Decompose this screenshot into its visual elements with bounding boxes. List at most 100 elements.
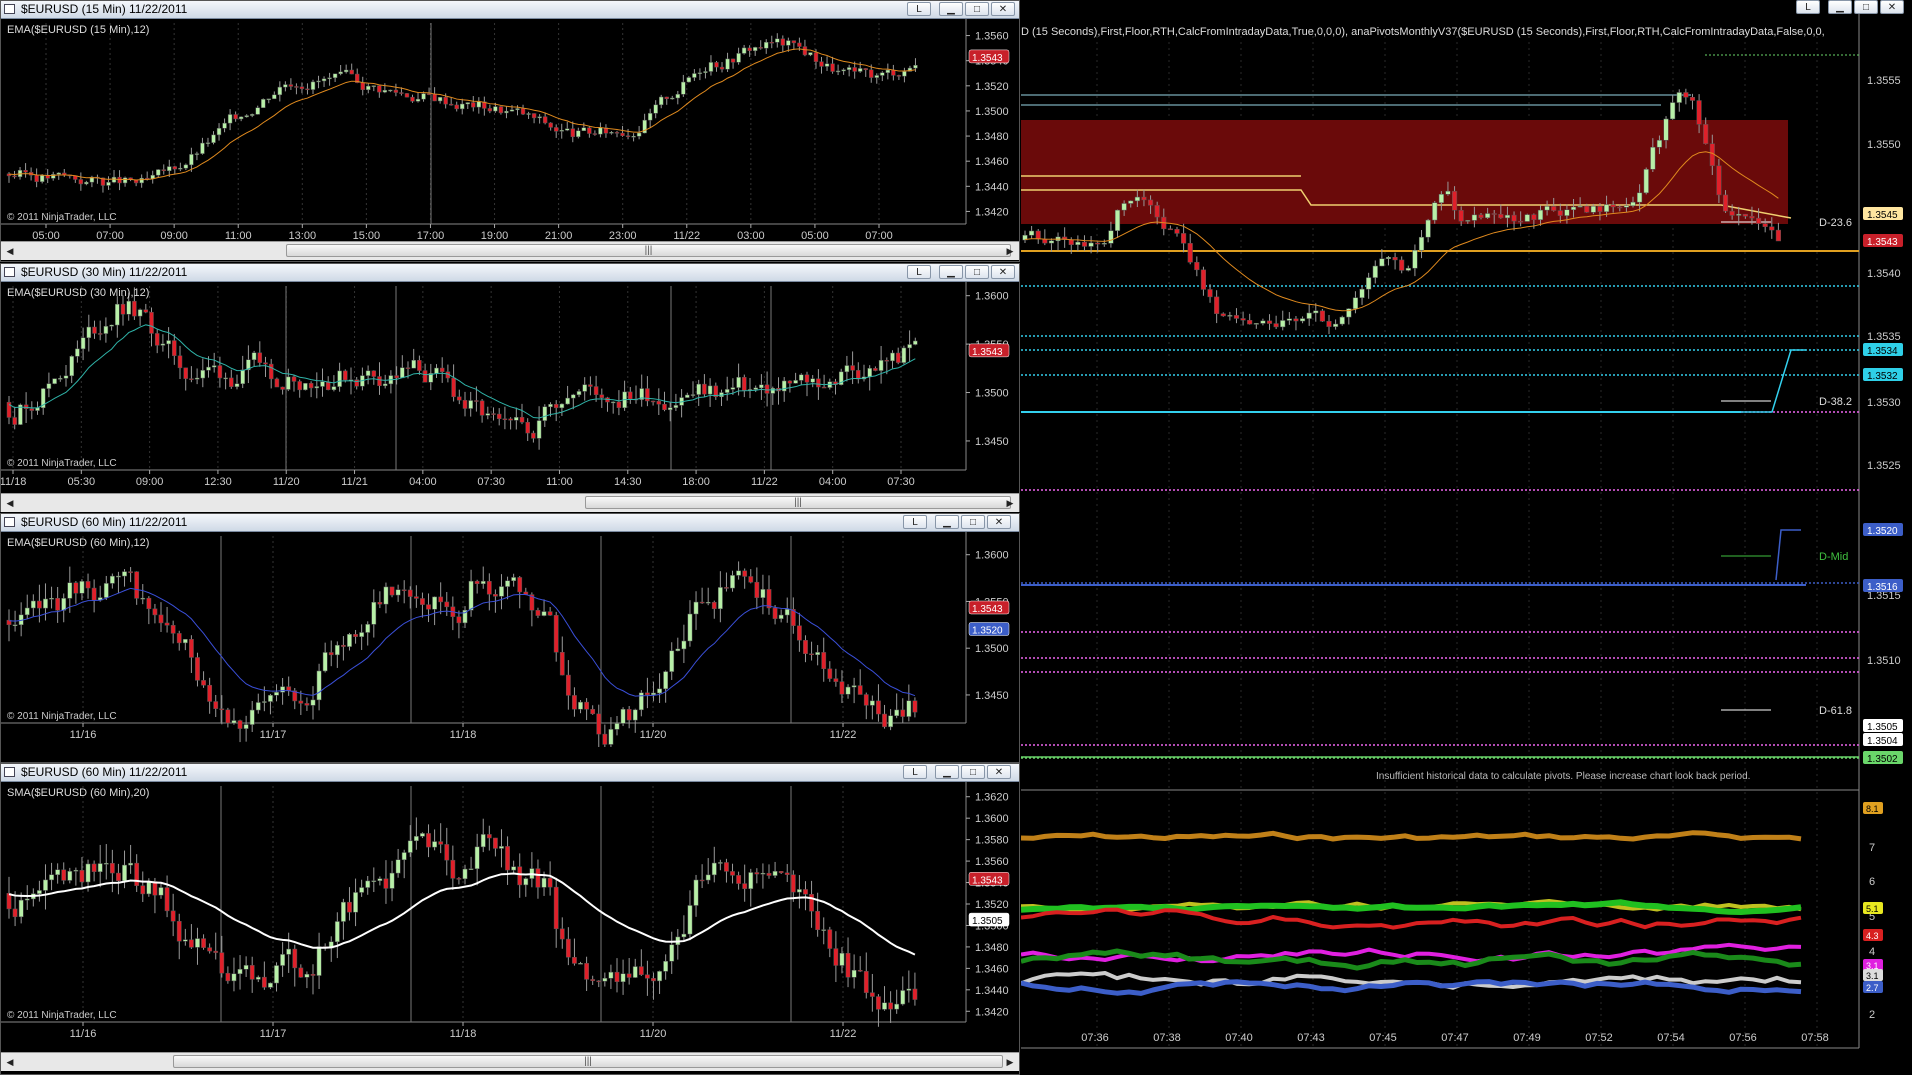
candle [407, 840, 413, 853]
close-button[interactable]: ✕ [987, 515, 1011, 529]
close-button[interactable]: ✕ [991, 265, 1015, 279]
candle [388, 89, 393, 92]
candle [299, 86, 305, 90]
window-title-bar[interactable]: $EURUSD (30 Min) 11/22/2011 L ▁ □ ✕ [1, 264, 1019, 282]
candle [884, 360, 890, 362]
minimize-button[interactable]: ▁ [1828, 0, 1852, 14]
window-title-bar[interactable]: $EURUSD (60 Min) 11/22/2011 L ▁ □ ✕ [1, 764, 1019, 782]
scroll-left-arrow-icon[interactable]: ◀ [3, 1055, 17, 1069]
candle [493, 837, 498, 849]
link-button[interactable]: L [903, 515, 927, 529]
candle [46, 383, 52, 389]
candle [1432, 202, 1438, 221]
scroll-right-arrow-icon[interactable]: ▶ [1003, 496, 1017, 510]
candle [1418, 236, 1425, 251]
candle [115, 303, 120, 326]
candle [797, 625, 802, 641]
price-chart-15sec[interactable]: 07:36 07:38 07:40 07:43 07:45 07:47 07:49 07:52… [1021, 0, 1912, 1075]
candle [656, 400, 662, 405]
candle [172, 166, 178, 170]
candle [554, 127, 559, 132]
close-button[interactable]: ✕ [1880, 0, 1904, 14]
x-tick-label: 11/20 [640, 1028, 667, 1040]
scroll-left-arrow-icon[interactable]: ◀ [3, 244, 17, 258]
candle [520, 108, 526, 115]
candle [873, 368, 878, 371]
minimize-button[interactable]: ▁ [939, 265, 963, 279]
candle [863, 694, 869, 706]
scroll-right-arrow-icon[interactable]: ▶ [1003, 1055, 1017, 1069]
candle [645, 974, 650, 979]
maximize-button[interactable]: □ [1854, 0, 1878, 14]
scroll-thumb[interactable]: ||| [585, 496, 1011, 509]
window-title-bar[interactable]: $EURUSD (15 Min) 11/22/2011 L ▁ □ ✕ [1, 1, 1019, 19]
candle [450, 859, 456, 879]
candle [413, 836, 419, 842]
close-button[interactable]: ✕ [991, 2, 1015, 16]
candle [1570, 206, 1577, 211]
candle [1590, 205, 1596, 213]
candle [841, 69, 846, 72]
candle [1399, 259, 1405, 271]
horizontal-scrollbar[interactable]: ◀ ||| ▶ [1, 241, 1019, 260]
candle [1498, 214, 1504, 219]
candle [901, 347, 907, 363]
chart-window-15min[interactable]: $EURUSD (15 Min) 11/22/2011 L ▁ □ ✕ 1.35… [0, 0, 1020, 262]
candle [900, 990, 906, 1005]
x-tick-label: 11/17 [260, 729, 287, 741]
scroll-thumb[interactable]: ||| [286, 244, 1011, 257]
maximize-button[interactable]: □ [965, 2, 989, 16]
candle [833, 678, 839, 682]
maximize-button[interactable]: □ [961, 515, 985, 529]
chart-window-60min-ema[interactable]: $EURUSD (60 Min) 11/22/2011 L ▁ □ ✕ 1.36… [0, 513, 1020, 763]
candle [1187, 243, 1193, 263]
link-button[interactable]: L [1796, 0, 1820, 14]
y-tick-label: 1.3540 [1867, 268, 1901, 280]
chart-window-15sec[interactable]: 07:36 07:38 07:40 07:43 07:45 07:47 07:49 07:52… [1021, 0, 1912, 1075]
minimize-button[interactable]: ▁ [935, 515, 959, 529]
link-button[interactable]: L [907, 265, 931, 279]
candle [760, 589, 766, 598]
candle [243, 965, 249, 970]
horizontal-scrollbar[interactable]: ◀ ||| ▶ [1, 493, 1019, 512]
candle [354, 379, 359, 387]
candle [504, 110, 509, 114]
link-button[interactable]: L [903, 765, 927, 779]
minimize-button[interactable]: ▁ [935, 765, 959, 779]
candle [223, 377, 228, 380]
candle [176, 921, 182, 942]
window-title: $EURUSD (60 Min) 11/22/2011 [21, 515, 188, 529]
candle [274, 692, 279, 696]
scroll-right-arrow-icon[interactable]: ▶ [1003, 244, 1017, 258]
scroll-thumb[interactable]: ||| [173, 1055, 1003, 1068]
candle [514, 417, 519, 421]
candle [590, 709, 596, 715]
candle [900, 709, 906, 717]
window-title-bar[interactable]: $EURUSD (60 Min) 11/22/2011 L ▁ □ ✕ [1, 514, 1019, 532]
candle [736, 570, 741, 576]
scroll-left-arrow-icon[interactable]: ◀ [3, 496, 17, 510]
x-tick-label: 07:47 [1441, 1032, 1469, 1044]
chart-window-60min-sma[interactable]: $EURUSD (60 Min) 11/22/2011 L ▁ □ ✕ 1.36… [0, 763, 1020, 1075]
candle [681, 933, 687, 938]
price-chart-15min[interactable]: 1.35601.35401.35201.35001.34801.34601.34… [1, 19, 1019, 244]
price-chart-60min-ema[interactable]: 1.36001.35501.35001.345011/1611/1711/181… [1, 532, 1019, 747]
candle [103, 326, 109, 334]
link-button[interactable]: L [907, 2, 931, 16]
maximize-button[interactable]: □ [961, 765, 985, 779]
maximize-button[interactable]: □ [965, 265, 989, 279]
candle [913, 340, 918, 345]
candle [219, 952, 225, 974]
candle [803, 889, 808, 895]
close-button[interactable]: ✕ [987, 765, 1011, 779]
price-chart-60min-sma[interactable]: 1.36201.36001.35801.35601.35401.35201.35… [1, 782, 1019, 1052]
candle [468, 580, 474, 611]
candle [231, 720, 237, 724]
horizontal-scrollbar[interactable]: ◀ ||| ▶ [1, 1052, 1019, 1071]
candle [23, 170, 28, 173]
chart-window-30min[interactable]: $EURUSD (30 Min) 11/22/2011 L ▁ □ ✕ 1.36… [0, 263, 1020, 512]
candle [827, 668, 833, 679]
candle [249, 965, 255, 980]
minimize-button[interactable]: ▁ [939, 2, 963, 16]
price-chart-30min[interactable]: 1.36001.35501.35001.345011/1805:3009:001… [1, 282, 1019, 494]
